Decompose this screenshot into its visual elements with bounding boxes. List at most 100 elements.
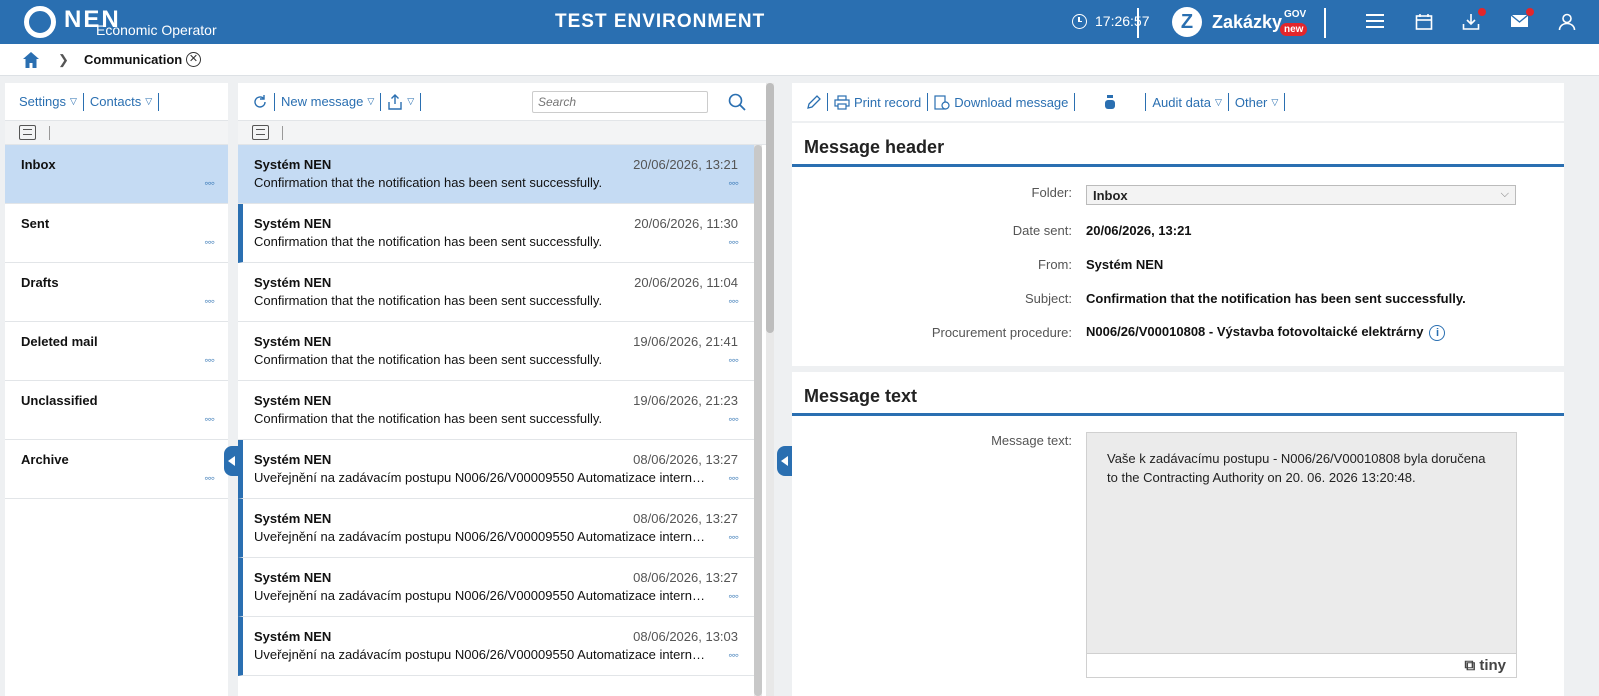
filter-settings-icon[interactable] — [19, 125, 36, 140]
more-options-icon[interactable]: ◦◦◦ — [728, 589, 739, 603]
home-icon[interactable] — [22, 51, 40, 69]
nen-logo-icon — [24, 6, 56, 38]
folder-item[interactable]: Sent ◦◦◦ — [5, 204, 228, 263]
message-text-editor[interactable]: Vaše k zadávacímu postupu - N006/26/V000… — [1086, 432, 1517, 678]
more-options-icon[interactable]: ◦◦◦ — [728, 471, 739, 485]
search-icon[interactable] — [728, 93, 746, 111]
outer-scrollbar-thumb[interactable] — [766, 83, 774, 333]
audit-data-label: Audit data — [1152, 94, 1211, 110]
user-icon[interactable] — [1558, 13, 1578, 31]
print-record-label: Print record — [854, 94, 922, 110]
more-options-icon[interactable]: ◦◦◦ — [728, 353, 739, 367]
mail-icon[interactable] — [1510, 8, 1534, 31]
more-options-icon[interactable]: ◦◦◦ — [728, 294, 739, 308]
message-sender: Systém NEN — [254, 216, 332, 231]
more-options-icon[interactable]: ◦◦◦ — [204, 176, 215, 190]
search-input[interactable] — [532, 90, 708, 113]
folder-item[interactable]: Drafts ◦◦◦ — [5, 263, 228, 322]
other-menu-button[interactable]: Other ▽ — [1229, 93, 1286, 111]
audit-data-menu-button[interactable]: Audit data ▽ — [1146, 93, 1229, 111]
message-date: 19/06/2026, 21:23 — [633, 393, 738, 408]
close-tab-icon[interactable]: ✕ — [186, 52, 201, 67]
message-text-section: Message text Message text: Vaše k zadáva… — [792, 372, 1564, 696]
more-options-icon[interactable]: ◦◦◦ — [728, 235, 739, 249]
more-options-icon[interactable]: ◦◦◦ — [728, 176, 739, 190]
zakazky-link[interactable]: Z Zakázky GOV new — [1172, 7, 1308, 37]
caret-down-icon: ▽ — [1271, 96, 1279, 107]
download-file-icon — [934, 94, 950, 110]
download-message-label: Download message — [954, 94, 1069, 110]
message-date: 20/06/2026, 11:04 — [634, 275, 738, 290]
info-icon[interactable]: i — [1429, 324, 1446, 341]
breadcrumb-current[interactable]: Communication — [84, 52, 182, 67]
edit-button[interactable] — [800, 93, 828, 111]
message-row[interactable]: Systém NEN 20/06/2026, 11:04 Confirmation … — [238, 263, 754, 322]
message-subject: Confirmation that the notification has b… — [254, 411, 603, 426]
divider — [1137, 8, 1139, 38]
folder-item[interactable]: Deleted mail ◦◦◦ — [5, 322, 228, 381]
folder-select[interactable]: Inbox ⌵ — [1086, 185, 1516, 205]
stamp-icon — [1105, 95, 1116, 109]
caret-down-icon: ▽ — [145, 96, 153, 106]
outer-scrollbar[interactable] — [766, 83, 774, 696]
message-row[interactable]: Systém NEN 08/06/2026, 13:27 Uveřejnění na… — [238, 499, 754, 558]
date-sent-value: 20/06/2026, 13:21 — [1086, 223, 1192, 238]
download-icon[interactable] — [1462, 8, 1486, 31]
menu-icon[interactable] — [1366, 13, 1386, 31]
message-date: 19/06/2026, 21:41 — [633, 334, 738, 349]
scrollbar-thumb[interactable] — [754, 145, 762, 696]
more-options-icon[interactable]: ◦◦◦ — [204, 294, 215, 308]
more-options-icon[interactable]: ◦◦◦ — [728, 648, 739, 662]
message-row[interactable]: Systém NEN 08/06/2026, 13:27 Uveřejnění na… — [238, 558, 754, 617]
procurement-procedure-link[interactable]: N006/26/V00010808 - Výstavba fotovoltaic… — [1086, 324, 1423, 339]
more-options-icon[interactable]: ◦◦◦ — [204, 412, 215, 426]
message-list: Systém NEN 20/06/2026, 13:21 Confirmation … — [238, 145, 754, 676]
more-options-icon[interactable]: ◦◦◦ — [728, 412, 739, 426]
message-list-scrollbar[interactable] — [754, 145, 762, 696]
folder-name: Drafts — [21, 275, 59, 290]
refresh-button[interactable] — [246, 92, 275, 111]
folder-item[interactable]: Archive ◦◦◦ — [5, 440, 228, 499]
folder-name: Unclassified — [21, 393, 98, 408]
message-body: Vaše k zadávacímu postupu - N006/26/V000… — [1087, 433, 1516, 503]
message-sender: Systém NEN — [254, 629, 332, 644]
settings-menu-button[interactable]: Settings ▽ — [13, 92, 84, 111]
more-options-icon[interactable]: ◦◦◦ — [204, 353, 215, 367]
subject-label: Subject: — [1025, 291, 1072, 306]
status-button[interactable] — [1075, 93, 1147, 111]
message-row[interactable]: Systém NEN 08/06/2026, 13:27 Uveřejnění na… — [238, 440, 754, 499]
contacts-menu-button[interactable]: Contacts ▽ — [84, 92, 160, 111]
more-options-icon[interactable]: ◦◦◦ — [204, 471, 215, 485]
notification-dot — [1526, 8, 1534, 16]
message-row[interactable]: Systém NEN 20/06/2026, 13:21 Confirmation … — [238, 145, 754, 204]
print-record-button[interactable]: Print record — [828, 93, 929, 111]
more-options-icon[interactable]: ◦◦◦ — [204, 235, 215, 249]
message-row[interactable]: Systém NEN 19/06/2026, 21:41 Confirmation … — [238, 322, 754, 381]
folders-panel: Settings ▽ Contacts ▽ Inbox ◦◦◦ Sent ◦◦◦ Draft… — [5, 83, 228, 696]
message-subject: Uveřejnění na zadávacím postupu N006/26/… — [254, 647, 706, 662]
calendar-icon[interactable] — [1415, 13, 1435, 31]
divider — [49, 126, 50, 140]
message-row[interactable]: Systém NEN 08/06/2026, 13:03 Uveřejnění na… — [238, 617, 754, 676]
filter-settings-icon[interactable] — [252, 125, 269, 140]
download-message-button[interactable]: Download message — [928, 93, 1076, 111]
collapse-messages-handle[interactable] — [777, 446, 793, 476]
message-subject: Uveřejnění na zadávacím postupu N006/26/… — [254, 529, 706, 544]
folder-name: Inbox — [21, 157, 56, 172]
messages-panel: New message▽ ▽ Systém NEN20/06/2026, 13:… — [238, 83, 766, 696]
message-subject: Confirmation that the notification has b… — [254, 234, 603, 249]
message-row[interactable]: Systém NEN 20/06/2026, 11:30 Confirmation … — [238, 204, 754, 263]
caret-down-icon: ▽ — [69, 96, 77, 106]
refresh-icon — [254, 94, 266, 108]
folder-name: Archive — [21, 452, 69, 467]
folder-item[interactable]: Unclassified ◦◦◦ — [5, 381, 228, 440]
message-text-title: Message text — [792, 372, 1564, 416]
new-message-button[interactable]: New message ▽ — [275, 92, 382, 111]
export-menu-button[interactable]: ▽ — [381, 92, 422, 111]
message-row[interactable]: Systém NEN 19/06/2026, 21:23 Confirmation … — [238, 381, 754, 440]
folder-item[interactable]: Inbox ◦◦◦ — [5, 145, 228, 204]
printer-icon — [834, 94, 850, 110]
tiny-logo[interactable]: ⧉ tiny — [1464, 657, 1506, 674]
date-sent-label: Date sent: — [1012, 223, 1072, 238]
more-options-icon[interactable]: ◦◦◦ — [728, 530, 739, 544]
